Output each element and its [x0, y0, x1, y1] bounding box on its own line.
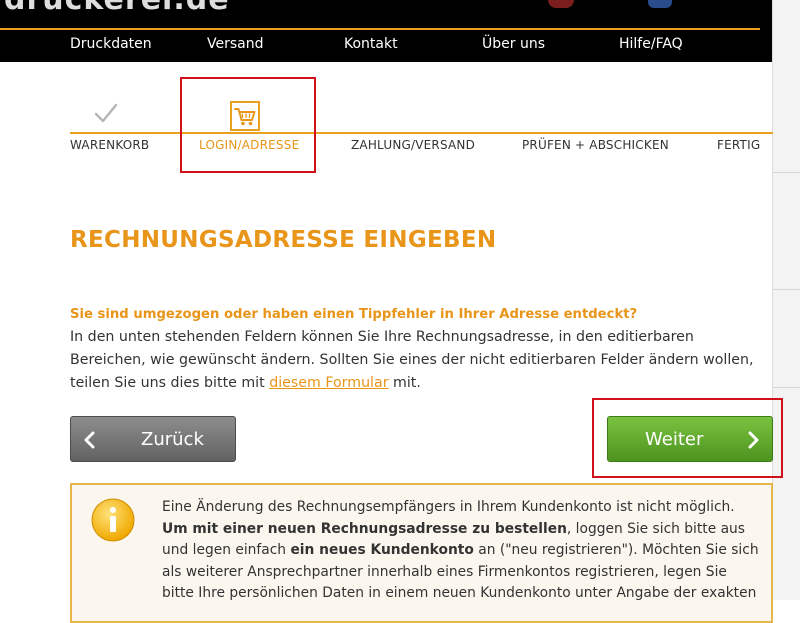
logo[interactable]: druckerei.de [4, 0, 230, 17]
page-title: RECHNUNGSADRESSE EINGEBEN [70, 227, 497, 253]
nav-hilfe-faq[interactable]: Hilfe/FAQ [619, 36, 683, 52]
stepper-line [70, 132, 773, 134]
check-icon [94, 103, 118, 123]
header: druckerei.de Druckdaten Versand Kontakt … [0, 0, 772, 62]
nav-kontakt[interactable]: Kontakt [344, 36, 398, 52]
flag-icon [648, 0, 672, 8]
step-pruefen-abschicken: PRÜFEN + ABSCHICKEN [522, 138, 669, 152]
highlight-next-button [592, 398, 783, 478]
info-text-bold2: ein neues Kundenkonto [290, 542, 474, 558]
nav-divider [0, 28, 760, 30]
nav-ueber-uns[interactable]: Über uns [482, 36, 545, 52]
strip-divider [773, 387, 800, 388]
info-icon [91, 498, 135, 542]
right-scroll-strip [772, 0, 800, 600]
back-button-label: Zurück [141, 429, 204, 450]
nav-versand[interactable]: Versand [207, 36, 264, 52]
intro-text: In den unten stehenden Feldern können Si… [70, 326, 770, 395]
intro-text-end: mit. [388, 375, 421, 391]
form-link[interactable]: diesem Formular [269, 375, 388, 391]
step-fertig: FERTIG [717, 138, 761, 152]
strip-divider [773, 172, 800, 173]
step-warenkorb[interactable]: WARENKORB [70, 138, 149, 152]
strip-divider [773, 289, 800, 290]
chevron-left-icon [84, 431, 95, 449]
nav-druckdaten[interactable]: Druckdaten [70, 36, 152, 52]
info-text: Eine Änderung des Rechnungsempfängers in… [162, 497, 762, 605]
badge-icon [548, 0, 574, 8]
intro-question: Sie sind umgezogen oder haben einen Tipp… [70, 307, 638, 322]
back-button[interactable]: Zurück [70, 416, 236, 462]
info-text-part1: Eine Änderung des Rechnungsempfängers in… [162, 499, 735, 515]
step-zahlung-versand: ZAHLUNG/VERSAND [351, 138, 476, 152]
info-text-bold1: Um mit einer neuen Rechnungsadresse zu b… [162, 520, 567, 537]
info-box: Eine Änderung des Rechnungsempfängers in… [70, 483, 773, 623]
highlight-login-step [180, 77, 316, 173]
